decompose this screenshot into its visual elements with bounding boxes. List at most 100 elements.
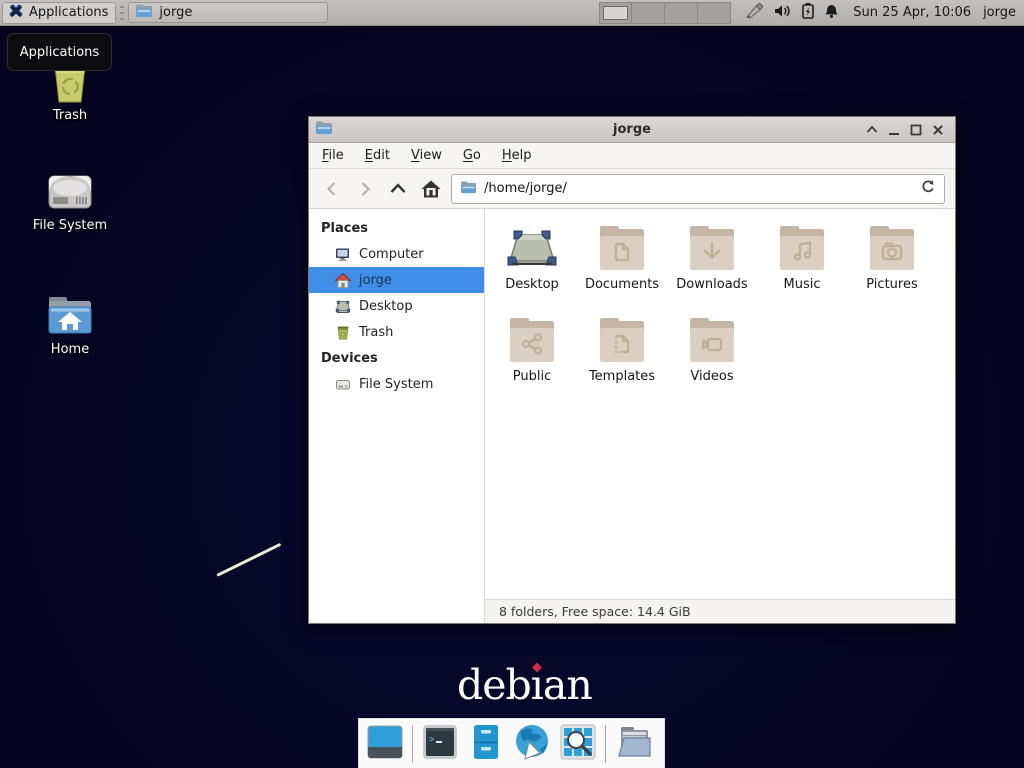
downloads-folder-icon (684, 221, 740, 275)
toolbar: /home/jorge/ (309, 169, 955, 209)
taskbar-window-label: jorge (159, 5, 192, 20)
panel-clock[interactable]: Sun 25 Apr, 10:06 (853, 5, 971, 20)
file-item-videos[interactable]: Videos (667, 313, 757, 405)
desktop-icon-label: Home (51, 342, 89, 357)
sidebar-item-label: Desktop (359, 299, 413, 314)
reload-icon[interactable] (920, 179, 936, 199)
minimize-button[interactable] (885, 121, 903, 139)
wordmark-part: an (543, 661, 592, 709)
sidebar-item-jorge[interactable]: jorge (309, 267, 484, 293)
file-item-public[interactable]: Public (487, 313, 577, 405)
window-titlebar[interactable]: jorge (309, 117, 955, 143)
drive-icon (335, 377, 351, 392)
file-item-label: Public (513, 369, 551, 384)
videos-folder-icon (684, 313, 740, 367)
file-item-label: Videos (690, 369, 733, 384)
dock-separator (412, 725, 413, 763)
workspace-1[interactable] (599, 2, 632, 24)
app-finder-icon[interactable] (559, 723, 597, 765)
file-item-music[interactable]: Music (757, 221, 847, 313)
menu-help[interactable]: Help (502, 148, 532, 163)
home-folder-icon (45, 294, 95, 338)
menu-edit[interactable]: Edit (365, 148, 390, 163)
battery-icon[interactable] (801, 2, 815, 23)
maximize-button[interactable] (907, 121, 925, 139)
path-folder-icon (460, 179, 477, 198)
file-item-pictures[interactable]: Pictures (847, 221, 937, 313)
dock-folder-icon[interactable] (614, 723, 654, 765)
notifications-bell-icon[interactable] (824, 3, 839, 23)
trash-icon (335, 325, 351, 340)
applications-menu-label: Applications (29, 5, 108, 20)
workspace-4[interactable] (698, 2, 731, 24)
show-desktop-icon[interactable] (366, 723, 404, 765)
workspace-3[interactable] (665, 2, 698, 24)
shade-button[interactable] (863, 121, 881, 139)
sidebar-header-places: Places (309, 215, 484, 241)
sidebar: Places Computer (309, 209, 485, 623)
music-folder-icon (774, 221, 830, 275)
status-text: 8 folders, Free space: 14.4 GiB (499, 604, 691, 619)
panel-username[interactable]: jorge (983, 5, 1016, 20)
file-item-label: Downloads (676, 277, 747, 292)
desktop-icon-filesystem[interactable]: File System (10, 172, 130, 233)
svg-text:>: > (429, 735, 435, 745)
desktop-icon-label: File System (33, 218, 107, 233)
menu-view[interactable]: View (411, 148, 442, 163)
sidebar-item-label: Trash (359, 325, 393, 340)
tooltip-text: Applications (20, 45, 99, 60)
sidebar-item-desktop[interactable]: Desktop (309, 293, 484, 319)
workspace-pager[interactable] (599, 2, 731, 24)
file-item-documents[interactable]: Documents (577, 221, 667, 313)
close-button[interactable] (929, 121, 947, 139)
workspace-2[interactable] (632, 2, 665, 24)
taskbar-window-button[interactable]: jorge (128, 2, 328, 23)
file-item-downloads[interactable]: Downloads (667, 221, 757, 313)
file-item-label: Documents (585, 277, 659, 292)
sidebar-item-filesystem[interactable]: File System (309, 371, 484, 397)
path-bar[interactable]: /home/jorge/ (451, 174, 945, 204)
folder-icon (135, 4, 153, 22)
xfce-logo-icon (8, 3, 24, 23)
forward-button[interactable] (352, 176, 378, 202)
menu-file[interactable]: File (322, 148, 344, 163)
wordmark-part: deb (457, 661, 531, 709)
terminal-icon[interactable]: > (421, 723, 459, 765)
dock: > (358, 718, 665, 768)
file-grid: Desktop (485, 209, 955, 599)
documents-folder-icon (594, 221, 650, 275)
sidebar-item-label: jorge (359, 273, 392, 288)
applications-menu-button[interactable]: Applications (2, 2, 116, 24)
path-input[interactable]: /home/jorge/ (484, 181, 913, 196)
stylus-tool-icon[interactable] (745, 2, 765, 24)
desktop-screen: Applications jorge (0, 0, 1024, 768)
file-item-label: Pictures (866, 277, 917, 292)
file-item-templates[interactable]: Templates (577, 313, 667, 405)
home-icon (335, 273, 351, 288)
file-cabinet-icon[interactable] (467, 723, 505, 765)
home-button[interactable] (418, 176, 444, 202)
desktop-icon-home[interactable]: Home (10, 294, 130, 357)
up-button[interactable] (385, 176, 411, 202)
file-item-label: Music (784, 277, 821, 292)
file-item-label: Desktop (505, 277, 559, 292)
desktop-icon-label: Trash (53, 108, 87, 123)
file-item-label: Templates (589, 369, 655, 384)
applications-tooltip: Applications (7, 33, 112, 71)
desktop-special-icon (504, 221, 560, 275)
volume-icon[interactable] (774, 3, 792, 23)
web-browser-icon[interactable] (513, 723, 551, 765)
system-tray (745, 2, 839, 24)
templates-folder-icon (594, 313, 650, 367)
sidebar-item-label: File System (359, 377, 433, 392)
menu-go[interactable]: Go (463, 148, 481, 163)
sidebar-item-computer[interactable]: Computer (309, 241, 484, 267)
menu-bar: File Edit View Go Help (309, 143, 955, 169)
status-bar: 8 folders, Free space: 14.4 GiB (485, 599, 955, 623)
file-item-desktop[interactable]: Desktop (487, 221, 577, 313)
panel-grip-handle[interactable] (119, 6, 125, 20)
sidebar-item-trash[interactable]: Trash (309, 319, 484, 345)
sidebar-item-label: Computer (359, 247, 424, 262)
back-button[interactable] (319, 176, 345, 202)
debian-wordmark: debıan (457, 661, 592, 709)
